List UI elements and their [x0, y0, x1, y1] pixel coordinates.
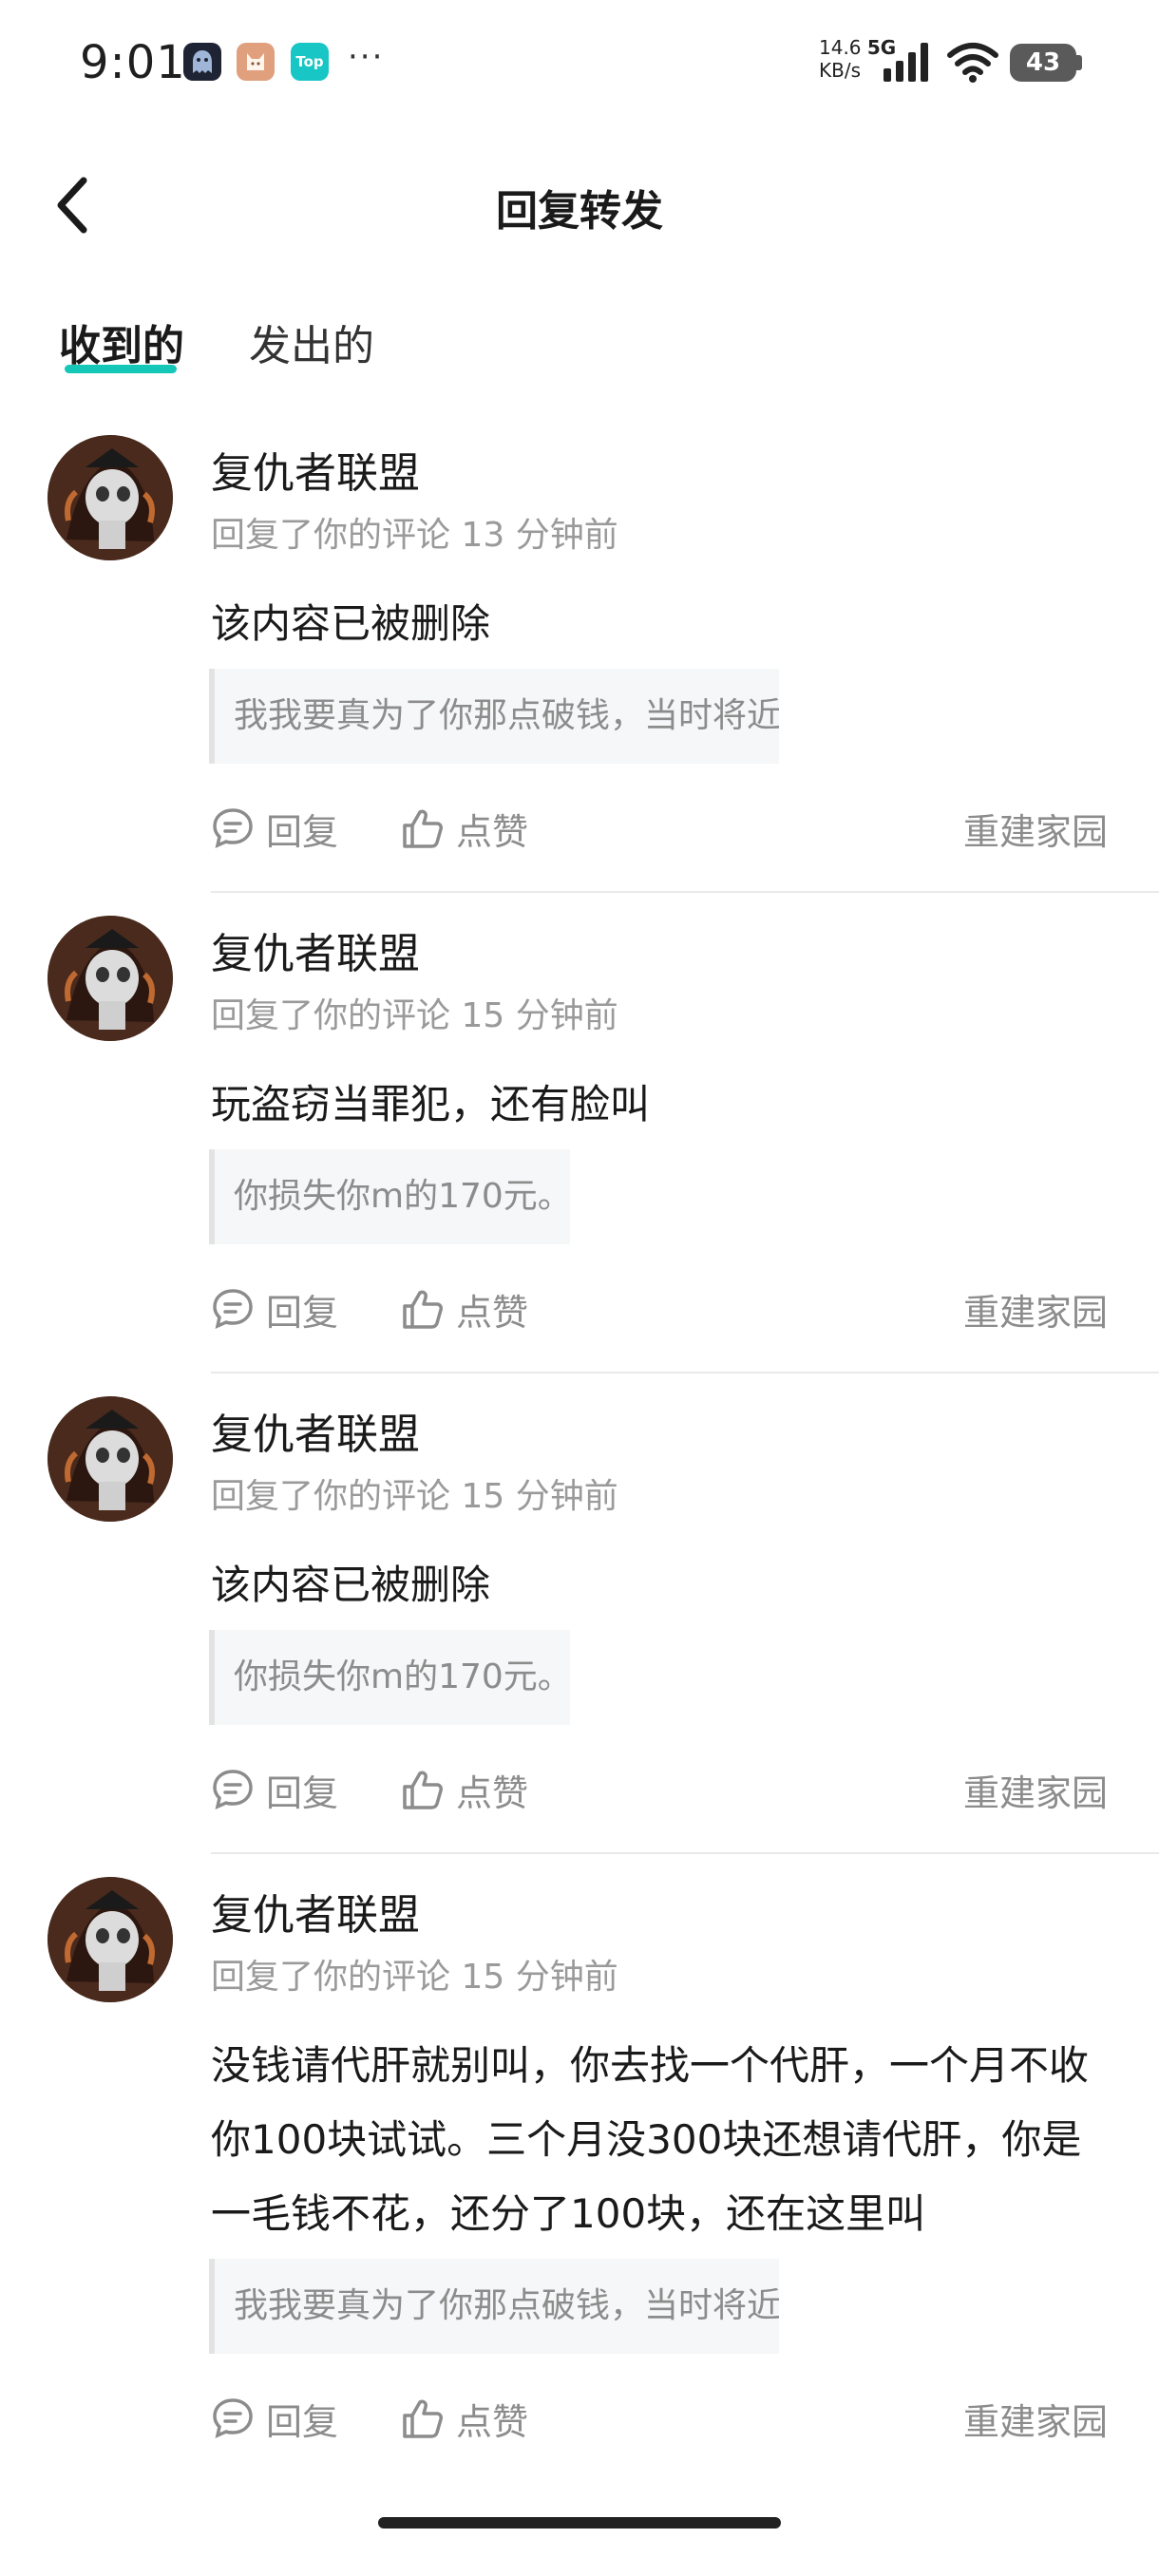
- battery-icon: 43: [1010, 44, 1076, 82]
- cat-app-icon: [237, 43, 275, 81]
- comment-icon: [213, 1289, 253, 1330]
- quoted-comment-text: 我我要真为了你那点破钱，当时将近1万盖的时候...: [234, 2286, 779, 2325]
- home-indicator[interactable]: [378, 2517, 781, 2529]
- username[interactable]: 复仇者联盟: [211, 439, 420, 500]
- like-label: 点赞: [456, 2400, 529, 2443]
- source-link[interactable]: 重建家园: [963, 2390, 1108, 2447]
- comment-icon: [213, 808, 253, 849]
- quoted-comment[interactable]: 你损失你m的170元。: [209, 1149, 570, 1244]
- like-button[interactable]: 点赞: [401, 1761, 528, 1818]
- wifi-icon: [947, 43, 998, 83]
- reply-label: 回复: [266, 1291, 339, 1334]
- taptap-app-icon: Top: [291, 43, 329, 81]
- quoted-comment[interactable]: 我我要真为了你那点破钱，当时将近1万盖的时候...: [209, 669, 779, 764]
- thumbs-up-icon: [403, 1290, 443, 1329]
- battery-tip: [1076, 55, 1082, 70]
- reply-button[interactable]: 回复: [211, 1761, 338, 1818]
- source-link[interactable]: 重建家园: [963, 1761, 1108, 1818]
- reply-label: 回复: [266, 1771, 339, 1814]
- source-link[interactable]: 重建家园: [963, 1280, 1108, 1337]
- reply-content[interactable]: 没钱请代肝就别叫，你去找一个代肝，一个月不收你100块试试。三个月没300块还想…: [211, 2029, 1113, 2251]
- quoted-comment-text: 你损失你m的170元。: [234, 1177, 570, 1216]
- quoted-comment-text: 我我要真为了你那点破钱，当时将近1万盖的时候...: [234, 696, 779, 735]
- quoted-comment[interactable]: 你损失你m的170元。: [209, 1630, 570, 1725]
- reply-content[interactable]: 该内容已被删除: [211, 1548, 1123, 1622]
- username[interactable]: 复仇者联盟: [211, 919, 420, 980]
- quoted-comment[interactable]: 我我要真为了你那点破钱，当时将近1万盖的时候...: [209, 2259, 779, 2354]
- avatar[interactable]: [48, 435, 173, 560]
- status-bar: 9:01 Top ··· 14.6 5G KB/s 43: [0, 0, 1159, 123]
- page-title: 回复转发: [496, 187, 663, 236]
- signal-icon: [884, 43, 928, 82]
- like-label: 点赞: [456, 1291, 529, 1334]
- reply-label: 回复: [266, 810, 339, 853]
- action-bar: 回复 点赞 重建家园: [211, 1761, 1159, 1818]
- thumbs-up-icon: [403, 1771, 443, 1809]
- status-time: 9:01: [80, 36, 186, 89]
- tab-sent[interactable]: 发出的: [249, 312, 374, 372]
- reply-meta: 回复了你的评论 13 分钟前: [211, 516, 618, 555]
- username[interactable]: 复仇者联盟: [211, 1400, 420, 1461]
- reply-content[interactable]: 该内容已被删除: [211, 587, 1123, 661]
- divider: [211, 1372, 1159, 1373]
- avatar[interactable]: [48, 1877, 173, 2002]
- ghost-app-icon: [183, 43, 221, 81]
- source-link[interactable]: 重建家园: [963, 800, 1108, 857]
- reply-label: 回复: [266, 2400, 339, 2443]
- like-button[interactable]: 点赞: [401, 800, 528, 857]
- divider: [211, 1852, 1159, 1854]
- tab-sent-label: 发出的: [249, 322, 374, 370]
- divider: [211, 891, 1159, 893]
- reply-button[interactable]: 回复: [211, 800, 338, 857]
- username[interactable]: 复仇者联盟: [211, 1881, 420, 1941]
- action-bar: 回复 点赞 重建家园: [211, 2390, 1159, 2447]
- action-bar: 回复 点赞 重建家园: [211, 800, 1159, 857]
- thumbs-up-icon: [403, 2399, 443, 2438]
- reply-content[interactable]: 玩盗窃当罪犯，还有脸叫: [211, 1068, 1123, 1142]
- action-bar: 回复 点赞 重建家园: [211, 1280, 1159, 1337]
- active-tab-indicator: [65, 365, 177, 373]
- comment-icon: [213, 1770, 253, 1810]
- reply-meta: 回复了你的评论 15 分钟前: [211, 1958, 618, 1997]
- thumbs-up-icon: [403, 809, 443, 848]
- reply-meta: 回复了你的评论 15 分钟前: [211, 1477, 618, 1516]
- reply-button[interactable]: 回复: [211, 1280, 338, 1337]
- reply-meta: 回复了你的评论 15 分钟前: [211, 996, 618, 1035]
- like-button[interactable]: 点赞: [401, 1280, 528, 1337]
- avatar[interactable]: [48, 1396, 173, 1522]
- quoted-comment-text: 你损失你m的170元。: [234, 1657, 570, 1696]
- like-label: 点赞: [456, 1771, 529, 1814]
- more-notifications-icon: ···: [348, 38, 385, 76]
- like-button[interactable]: 点赞: [401, 2390, 528, 2447]
- avatar[interactable]: [48, 916, 173, 1041]
- reply-button[interactable]: 回复: [211, 2390, 338, 2447]
- like-label: 点赞: [456, 810, 529, 853]
- tab-received[interactable]: 收到的: [59, 312, 184, 372]
- comment-icon: [213, 2398, 253, 2439]
- battery-level: 43: [1025, 48, 1061, 77]
- tab-received-label: 收到的: [59, 322, 184, 370]
